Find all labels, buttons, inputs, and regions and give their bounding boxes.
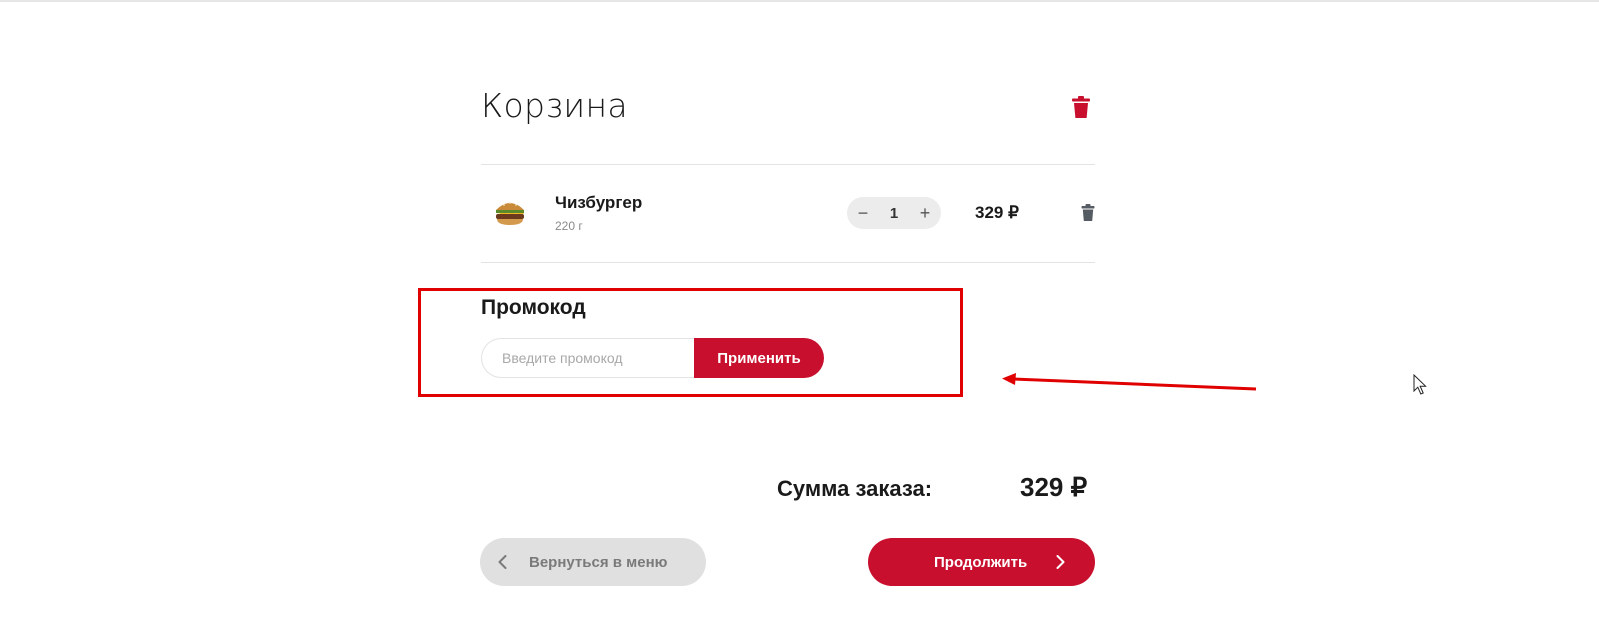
- item-name: Чизбургер: [555, 193, 643, 212]
- divider: [481, 164, 1095, 165]
- continue-label: Продолжить: [934, 553, 1028, 571]
- decrement-button[interactable]: −: [855, 204, 871, 222]
- continue-button[interactable]: Продолжить: [868, 538, 1095, 586]
- chevron-right-icon: [1056, 555, 1065, 569]
- quantity-value: 1: [889, 204, 899, 222]
- chevron-left-icon: [498, 555, 507, 569]
- quantity-stepper: − 1 +: [847, 197, 941, 229]
- mouse-cursor-icon: [1413, 374, 1427, 395]
- item-weight: 220 г: [555, 219, 583, 233]
- promo-title: Промокод: [481, 296, 586, 319]
- increment-button[interactable]: +: [917, 204, 933, 222]
- annotation-arrow-icon: [1002, 373, 1257, 391]
- clear-cart-trash-icon[interactable]: [1071, 96, 1091, 118]
- back-to-menu-button[interactable]: Вернуться в меню: [480, 538, 706, 586]
- remove-item-trash-icon[interactable]: [1081, 204, 1095, 221]
- order-total-value: 329 ₽: [1020, 472, 1088, 502]
- divider: [481, 262, 1095, 263]
- top-divider: [0, 0, 1599, 2]
- apply-promo-button[interactable]: Применить: [694, 338, 824, 378]
- item-price: 329 ₽: [975, 203, 1019, 222]
- burger-icon: [496, 202, 524, 225]
- back-to-menu-label: Вернуться в меню: [529, 553, 668, 571]
- page-title: Корзина: [481, 86, 628, 125]
- promo-code-input[interactable]: [481, 338, 721, 378]
- order-total-label: Сумма заказа:: [777, 476, 933, 501]
